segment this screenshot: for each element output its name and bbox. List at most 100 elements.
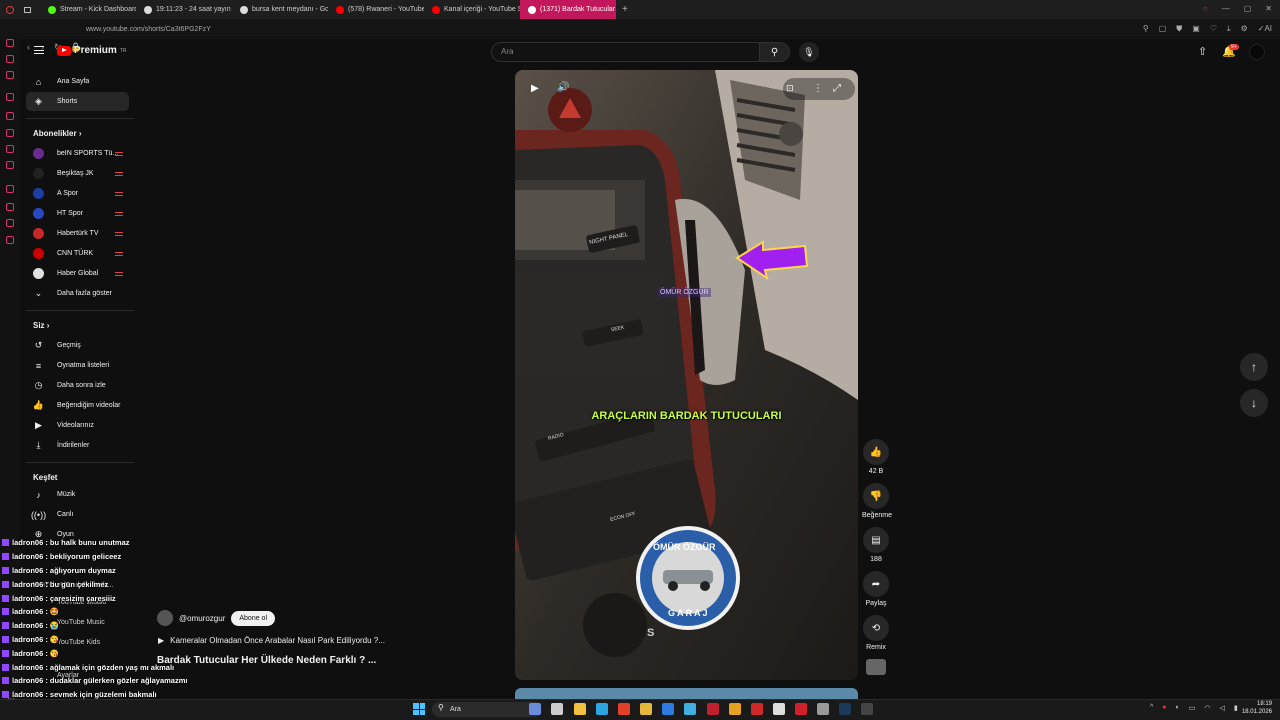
extensions-icon[interactable]: ⚙: [1241, 24, 1248, 34]
wifi-icon[interactable]: ◠: [1204, 704, 1210, 712]
tab-list-icon[interactable]: [24, 6, 31, 13]
terminal-icon[interactable]: [861, 703, 873, 715]
subscriptions-heading[interactable]: Abonelikler ›: [33, 129, 81, 138]
tray-app-icon[interactable]: ●: [1162, 704, 1166, 712]
sidebar-item-home[interactable]: ⌂ Ana Sayfa: [26, 72, 129, 91]
sidebar-item-subscription[interactable]: HT Spor: [26, 204, 129, 223]
settings-taskbar-icon[interactable]: [817, 703, 829, 715]
close-window-icon[interactable]: ✕: [1265, 4, 1272, 13]
upload-icon[interactable]: ⇧: [1198, 45, 1207, 58]
tiktok-icon[interactable]: [6, 145, 14, 153]
you-heading[interactable]: Siz ›: [33, 321, 49, 330]
snapshot-icon[interactable]: ▢: [1159, 24, 1167, 34]
sidebar-item-video[interactable]: ▶ Videolarınız: [26, 416, 129, 435]
sidebar-item-live[interactable]: ((•)) Canlı: [26, 505, 129, 524]
browser-tab[interactable]: Kanal içeriği - YouTube St: [424, 0, 520, 19]
more-options-icon[interactable]: ⋮: [813, 83, 823, 94]
sidebar-item-subscription[interactable]: CNN TÜRK: [26, 244, 129, 263]
windows-start-icon[interactable]: [413, 703, 425, 715]
photos-icon[interactable]: [684, 703, 696, 715]
short-video-player[interactable]: ▶ 🔊 ⊡ ⋮ ⤢ NIGHT PANEL SEEK RADIO ECON OF…: [515, 70, 858, 680]
settings-browser-icon[interactable]: [6, 236, 14, 244]
back-icon[interactable]: ‹: [27, 42, 30, 52]
sidebar-item-subscription[interactable]: Haber Global: [26, 264, 129, 283]
instagram-icon[interactable]: [6, 129, 14, 137]
taskbar-search[interactable]: Ara: [432, 702, 542, 717]
new-tab-button[interactable]: +: [622, 4, 628, 15]
browser-tab[interactable]: bursa kent meydanı - Goo: [232, 0, 328, 19]
messenger-icon[interactable]: [6, 93, 14, 101]
dislike-button[interactable]: 👎 Beğenme: [862, 483, 892, 519]
volume-icon[interactable]: 🔊: [557, 82, 569, 93]
shield-icon[interactable]: ⛊: [1176, 24, 1182, 34]
warning-icon[interactable]: [6, 55, 14, 63]
cube-icon[interactable]: [6, 203, 14, 211]
previous-short-button[interactable]: ↑: [1240, 353, 1268, 381]
sidebar-item-subscription[interactable]: Beşiktaş JK: [26, 164, 129, 183]
sidebar-item-playlist[interactable]: ≡ Oynatma listeleri: [26, 356, 129, 375]
chrome-icon[interactable]: [729, 703, 741, 715]
steam-icon[interactable]: [839, 703, 851, 715]
download-browser-icon[interactable]: ⤓: [1227, 24, 1231, 34]
next-short-button[interactable]: ↓: [1240, 389, 1268, 417]
w-app-icon[interactable]: [751, 703, 763, 715]
sidebar-item-shorts[interactable]: ◈ Shorts: [26, 92, 129, 111]
sidebar-item-subscription[interactable]: Habertürk TV: [26, 224, 129, 243]
tray-monitor-icon[interactable]: ▭: [1189, 704, 1196, 712]
youtube-logo[interactable]: Premium TR: [57, 45, 126, 56]
tray-shield-icon[interactable]: ◐: [1176, 704, 1180, 712]
app-red-icon[interactable]: [618, 703, 630, 715]
ai-icon[interactable]: ✓AI: [1258, 24, 1272, 34]
box-icon[interactable]: [6, 71, 14, 79]
sound-thumbnail[interactable]: [866, 659, 886, 675]
sidebar-item-download[interactable]: ⤓ İndirilenler: [26, 436, 129, 455]
task-view-icon[interactable]: [551, 703, 563, 715]
search-button[interactable]: ⚲: [760, 42, 790, 62]
explore-heading[interactable]: Keşfet: [33, 473, 57, 482]
sidebar-item-clock[interactable]: ◷ Daha sonra izle: [26, 376, 129, 395]
search-input[interactable]: Ara: [491, 42, 760, 62]
maximize-icon[interactable]: ▢: [1244, 4, 1252, 13]
like-button[interactable]: 👍 42 B: [862, 439, 890, 475]
browser-tab[interactable]: (1371) Bardak Tutucular He: [520, 0, 616, 19]
show-more-button[interactable]: ⌄ Daha fazla göster: [26, 284, 129, 303]
url-field[interactable]: www.youtube.com/shorts/Ca3t6PG2FzY: [86, 26, 211, 33]
history-browser-icon[interactable]: [6, 185, 14, 193]
folder-icon[interactable]: [640, 703, 652, 715]
sidebar-item-music[interactable]: ♪ Müzik: [26, 485, 129, 504]
opera-icon[interactable]: [6, 5, 14, 14]
bookmark-icon[interactable]: ⚲: [1143, 24, 1149, 34]
widgets-icon[interactable]: [529, 703, 541, 715]
speaker-icon[interactable]: ◁: [1220, 704, 1225, 712]
pinboard-icon[interactable]: [6, 219, 14, 227]
clock[interactable]: 18:19 18.01.2026: [1236, 700, 1272, 716]
tray-up-icon[interactable]: ^: [1150, 704, 1153, 712]
github-icon[interactable]: [773, 703, 785, 715]
wallet-icon[interactable]: ▣: [1192, 24, 1200, 34]
share-button[interactable]: ➦ Paylaş: [862, 571, 890, 607]
sidebar-item-subscription[interactable]: beIN SPORTS Tü...: [26, 144, 129, 163]
sidebar-item-history[interactable]: ↺ Geçmiş: [26, 336, 129, 355]
browser-tab[interactable]: Stream - Kick Dashboard: [40, 0, 136, 19]
red-app-icon[interactable]: [707, 703, 719, 715]
captions-icon[interactable]: ⊡: [786, 83, 794, 94]
minimize-icon[interactable]: —: [1222, 4, 1230, 13]
sidebar-item-subscription[interactable]: A Spor: [26, 184, 129, 203]
comments-button[interactable]: ▤ 188: [862, 527, 890, 563]
mail-icon[interactable]: [662, 703, 674, 715]
voice-search-button[interactable]: 🎙: [799, 42, 819, 62]
player-icon[interactable]: [6, 161, 14, 169]
edge-icon[interactable]: [596, 703, 608, 715]
whatsapp-icon[interactable]: [6, 112, 14, 120]
fullscreen-icon[interactable]: ⤢: [833, 83, 841, 94]
avatar[interactable]: [1249, 44, 1265, 60]
browser-tab[interactable]: (578) Rwaneri - YouTube: [328, 0, 424, 19]
heart-icon[interactable]: ♡: [1210, 24, 1217, 34]
file-explorer-icon[interactable]: [574, 703, 586, 715]
search-tabs-icon[interactable]: ○: [1203, 4, 1208, 13]
sidebar-item-like[interactable]: 👍 Beğendiğim videolar: [26, 396, 129, 415]
browser-tab[interactable]: 19:11:23 - 24 saat yayın: [136, 0, 232, 19]
play-icon[interactable]: ▶: [531, 83, 539, 94]
opera-taskbar-icon[interactable]: [795, 703, 807, 715]
menu-icon[interactable]: [34, 46, 44, 54]
